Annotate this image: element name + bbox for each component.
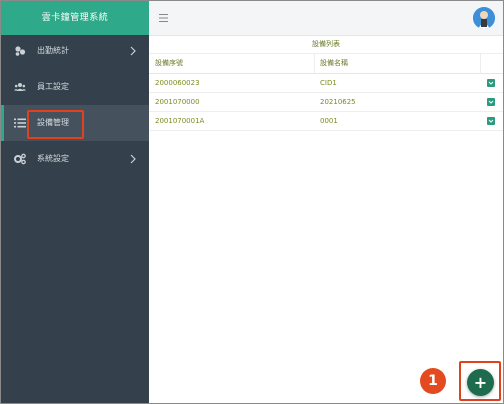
device-serial: 2001070000 — [155, 98, 200, 106]
chevron-down-glyph — [488, 100, 494, 104]
add-device-button[interactable]: + — [467, 369, 494, 396]
sidebar-item-label: 系統設定 — [37, 154, 69, 163]
app-title: 雲卡鐘管理系統 — [1, 1, 149, 35]
chevron-down-icon[interactable] — [487, 98, 495, 106]
chart-icon — [15, 46, 26, 56]
highlight-box-device-management — [27, 110, 84, 139]
sidebar-item-label: 出勤統計 — [37, 46, 69, 55]
avatar-graphic — [473, 7, 495, 29]
table-row[interactable]: 2000060023 CID1 — [149, 74, 503, 93]
list-icon — [14, 118, 26, 128]
gears-icon — [14, 153, 26, 165]
sidebar-item-label: 員工設定 — [37, 82, 69, 91]
chevron-down-icon[interactable] — [487, 79, 495, 87]
column-divider — [314, 53, 315, 73]
column-header-name: 設備名稱 — [320, 59, 348, 67]
chevron-down-icon[interactable] — [487, 117, 495, 125]
table-header: 設備序號 設備名稱 — [149, 53, 503, 74]
device-serial: 2000060023 — [155, 79, 200, 87]
table-row[interactable]: 2001070001A 0001 — [149, 112, 503, 131]
chevron-right-icon — [130, 46, 136, 56]
user-avatar-icon[interactable] — [473, 7, 495, 29]
active-indicator — [1, 105, 4, 141]
sidebar-item-employee-settings[interactable]: 員工設定 — [1, 69, 149, 105]
step-number-badge: 1 — [420, 368, 446, 394]
table-row[interactable]: 2001070000 20210625 — [149, 93, 503, 112]
column-divider — [480, 53, 481, 73]
column-header-serial: 設備序號 — [155, 59, 183, 67]
sidebar-item-system-settings[interactable]: 系統設定 — [1, 141, 149, 177]
sidebar-item-attendance-stats[interactable]: 出勤統計 — [1, 33, 149, 69]
users-icon — [14, 83, 26, 91]
device-name: 0001 — [320, 117, 338, 125]
device-name: CID1 — [320, 79, 337, 87]
device-serial: 2001070001A — [155, 117, 205, 125]
main-content: 設備列表 設備序號 設備名稱 2000060023 CID1 200107000… — [149, 36, 503, 403]
device-list-title: 設備列表 — [149, 36, 503, 54]
chevron-down-glyph — [488, 81, 494, 85]
top-bar — [149, 1, 503, 36]
app-window: 雲卡鐘管理系統 出勤統計 員工設定 設備管理 系統設定 設備列表 設備序號 設備… — [0, 0, 504, 404]
sidebar: 雲卡鐘管理系統 出勤統計 員工設定 設備管理 系統設定 — [1, 1, 149, 403]
chevron-down-glyph — [488, 119, 494, 123]
chevron-right-icon — [130, 154, 136, 164]
device-name: 20210625 — [320, 98, 356, 106]
hamburger-icon[interactable] — [159, 14, 168, 22]
